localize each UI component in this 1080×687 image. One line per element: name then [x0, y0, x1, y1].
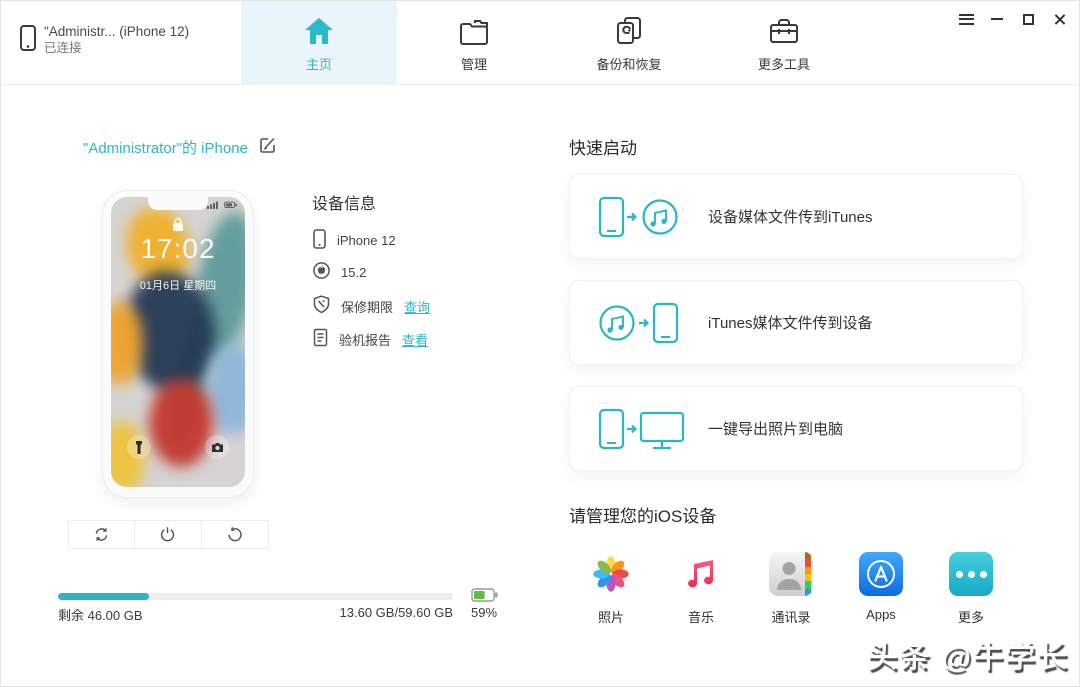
card-label: iTunes媒体文件传到设备 [708, 315, 873, 332]
tab-backup[interactable]: 备份和恢复 [551, 1, 707, 85]
tab-manage[interactable]: 管理 [396, 1, 552, 85]
titlebar: "Administr... (iPhone 12) 已连接 主页 管理 备份和恢… [1, 1, 1079, 85]
tab-home[interactable]: 主页 [241, 1, 397, 85]
storage-progress-bar [58, 593, 453, 600]
card-device-to-itunes[interactable]: 设备媒体文件传到iTunes [569, 174, 1023, 259]
device-summary[interactable]: "Administr... (iPhone 12) 已连接 [19, 23, 189, 58]
close-icon[interactable] [1051, 11, 1067, 27]
app-contacts[interactable]: 通讯录 [749, 552, 833, 626]
power-button[interactable] [135, 521, 202, 548]
info-report-label: 验机报告 [339, 332, 392, 348]
folder-icon [457, 14, 491, 48]
app-appstore[interactable]: Apps [839, 552, 923, 622]
photos-icon [589, 552, 633, 596]
minimize-icon[interactable] [989, 11, 1005, 27]
storage-remaining: 剩余 46.00 GB [58, 608, 143, 623]
quick-start-heading: 快速启动 [569, 139, 637, 158]
report-doc-icon [313, 328, 328, 350]
app-more[interactable]: 更多 [929, 552, 1013, 626]
camera-icon [205, 435, 229, 459]
info-model-value: iPhone 12 [337, 233, 396, 248]
window-controls [958, 11, 1067, 27]
backup-restore-icon [612, 14, 646, 48]
report-view-link[interactable]: 查看 [402, 330, 428, 349]
device-status: 已连接 [44, 41, 82, 55]
phone-notch [148, 197, 208, 210]
storage-usage: 13.60 GB/59.60 GB [339, 605, 453, 620]
app-music[interactable]: 音乐 [659, 552, 743, 626]
phone-lockscreen: 17:02 01月6日 星期四 [111, 197, 245, 487]
apple-icon [313, 262, 330, 282]
app-label: 更多 [957, 610, 984, 625]
tab-tools-label: 更多工具 [757, 57, 810, 72]
manage-ios-heading: 请管理您的iOS设备 [569, 507, 717, 526]
device-info-heading: 设备信息 [312, 196, 377, 213]
device-name: "Administr... (iPhone 12) [44, 24, 190, 39]
watermark-text: 头条 @牛学长 [867, 641, 1069, 674]
more-icon [949, 552, 993, 596]
status-bar-icons [207, 201, 238, 209]
warranty-shield-icon [313, 295, 330, 317]
info-warranty-label: 保修期限 [341, 299, 394, 315]
itunes-to-phone-icon [598, 300, 708, 346]
appstore-icon [859, 552, 903, 596]
app-photos[interactable]: 照片 [569, 552, 653, 626]
flashlight-icon [127, 435, 151, 459]
info-ios-value: 15.2 [341, 264, 367, 280]
card-label: 设备媒体文件传到iTunes [708, 209, 873, 226]
info-row-warranty: 保修期限 查询 [313, 295, 430, 317]
storage-progress-fill [58, 593, 149, 600]
lockscreen-time: 17:02 [140, 233, 216, 264]
home-icon [303, 14, 335, 48]
info-row-ios: 15.2 [313, 262, 366, 282]
contacts-icon [769, 552, 813, 596]
info-row-model: iPhone 12 [313, 229, 396, 252]
phone-to-itunes-icon [598, 194, 708, 240]
edit-device-name-icon[interactable] [259, 136, 277, 159]
phone-icon [313, 229, 326, 252]
tab-manage-label: 管理 [460, 57, 487, 72]
sync-button[interactable] [69, 521, 136, 548]
device-phone-icon [19, 23, 37, 58]
maximize-icon[interactable] [1020, 11, 1036, 27]
app-label: Apps [866, 607, 896, 622]
card-export-photos-to-pc[interactable]: 一键导出照片到电脑 [569, 386, 1023, 471]
toolbox-icon [767, 14, 801, 48]
restore-button[interactable] [202, 521, 268, 548]
wallpaper-blob [149, 379, 213, 467]
phone-actions [68, 520, 269, 549]
info-row-report: 验机报告 查看 [313, 328, 428, 350]
app-label: 音乐 [687, 610, 714, 625]
phone-mockup: 17:02 01月6日 星期四 [103, 191, 253, 497]
tab-backup-label: 备份和恢复 [596, 57, 662, 72]
card-itunes-to-device[interactable]: iTunes媒体文件传到设备 [569, 280, 1023, 365]
app-label: 通讯录 [771, 610, 811, 625]
warranty-query-link[interactable]: 查询 [404, 297, 430, 316]
lockscreen-date: 01月6日 星期四 [139, 280, 217, 292]
menu-icon[interactable] [958, 11, 974, 27]
contacts-tab-strip [805, 552, 811, 596]
phone-to-pc-icon [598, 405, 708, 453]
tab-home-label: 主页 [305, 57, 332, 72]
device-title: "Administrator"的 iPhone [83, 140, 248, 157]
app-window: "Administr... (iPhone 12) 已连接 主页 管理 备份和恢… [0, 0, 1080, 687]
app-label: 照片 [597, 610, 624, 625]
tab-tools[interactable]: 更多工具 [706, 1, 862, 85]
music-icon [679, 552, 723, 596]
card-label: 一键导出照片到电脑 [708, 421, 844, 438]
battery-percent: 59% [470, 605, 498, 620]
